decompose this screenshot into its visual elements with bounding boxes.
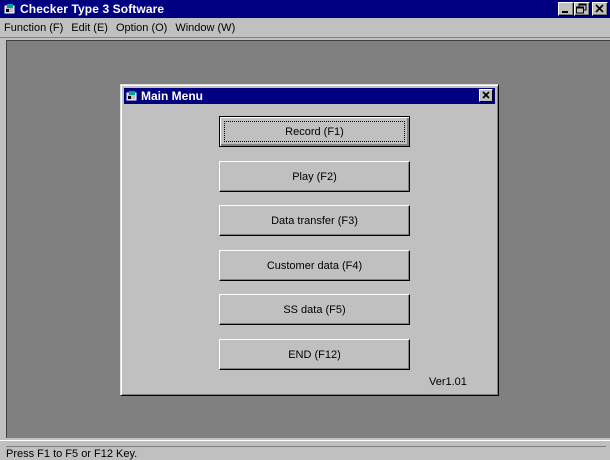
record-button[interactable]: Record (F1): [219, 116, 410, 147]
menu-option[interactable]: Option (O): [116, 22, 167, 34]
ss-data-button[interactable]: SS data (F5): [219, 294, 410, 325]
version-label: Ver1.01: [429, 376, 467, 388]
data-transfer-button[interactable]: Data transfer (F3): [219, 205, 410, 236]
statusbar: Press F1 to F5 or F12 Key.: [0, 440, 610, 460]
menu-edit[interactable]: Edit (E): [71, 22, 108, 34]
app-icon[interactable]: [4, 3, 16, 15]
maximize-button[interactable]: [574, 2, 590, 16]
dialog-icon: [126, 90, 138, 102]
app-titlebar[interactable]: Checker Type 3 Software: [0, 0, 610, 18]
dialog-close-button[interactable]: [479, 89, 493, 102]
menu-window[interactable]: Window (W): [175, 22, 235, 34]
maximize-icon: [576, 3, 587, 14]
close-icon: [482, 91, 490, 99]
dialog-titlebar[interactable]: Main Menu: [124, 88, 495, 104]
end-button[interactable]: END (F12): [219, 339, 410, 370]
menubar: Function (F) Edit (E) Option (O) Window …: [0, 18, 610, 38]
close-button[interactable]: [592, 2, 608, 16]
minimize-icon: [562, 11, 568, 13]
application-window: Checker Type 3 Software Function (F) Edi…: [0, 0, 610, 460]
app-title: Checker Type 3 Software: [20, 2, 165, 16]
main-menu-dialog: Main Menu Record (F1) Play (F2) Data tra…: [120, 84, 499, 396]
close-icon: [595, 4, 604, 13]
dialog-title: Main Menu: [141, 89, 203, 103]
play-button[interactable]: Play (F2): [219, 161, 410, 192]
minimize-button[interactable]: [558, 2, 574, 16]
status-text: Press F1 to F5 or F12 Key.: [6, 446, 606, 460]
customer-data-button[interactable]: Customer data (F4): [219, 250, 410, 281]
menu-function[interactable]: Function (F): [4, 22, 63, 34]
